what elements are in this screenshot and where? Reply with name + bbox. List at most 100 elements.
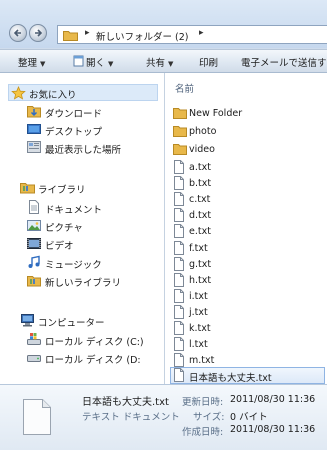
folder-name: photo — [189, 126, 217, 137]
computer-icon — [21, 314, 34, 327]
column-header-name[interactable]: 名前 — [175, 81, 194, 95]
dropdown-arrow-icon: ▼ — [40, 60, 46, 68]
dropdown-arrow-icon: ▼ — [168, 60, 174, 68]
nav-favorites-label: お気に入り — [29, 90, 77, 101]
open-button[interactable]: 開く ▼ — [73, 55, 114, 69]
file-name: i.txt — [189, 290, 208, 302]
open-label: 開く — [86, 58, 106, 69]
address-box[interactable]: ▸ 新しいフォルダー (2) ▸ — [57, 25, 327, 44]
details-created-label: 作成日時: — [182, 427, 224, 438]
file-name: f.txt — [189, 242, 208, 254]
libraries-icon — [20, 183, 35, 194]
downloads-folder-icon — [27, 106, 41, 118]
file-name: e.txt — [189, 226, 211, 238]
file-row[interactable]: e.txt — [170, 223, 325, 240]
breadcrumb-current-folder[interactable]: 新しいフォルダー (2) — [96, 29, 188, 43]
navigation-pane: お気に入り ダウンロード デスクトップ 最近表示した場所 ライブラリ ドキュメン… — [0, 73, 165, 384]
recent-places-icon — [27, 141, 41, 153]
text-file-icon — [174, 224, 184, 239]
forward-button[interactable] — [29, 24, 47, 42]
file-row[interactable]: f.txt — [170, 240, 325, 257]
email-label: 電子メールで送信す — [241, 58, 327, 69]
text-file-icon — [174, 321, 184, 335]
folder-icon — [63, 31, 78, 41]
folder-icon — [173, 144, 187, 155]
organize-label: 整理 — [18, 58, 38, 69]
file-row-selected[interactable]: 日本語も大丈夫.txt — [170, 367, 325, 384]
back-button[interactable] — [9, 24, 27, 42]
file-name: 日本語も大丈夫.txt — [189, 373, 272, 384]
text-file-icon — [174, 304, 184, 319]
file-list: 名前 New Folder photo video a.txt b.txt c.tx… — [165, 73, 327, 384]
file-row[interactable]: i.txt — [170, 288, 325, 305]
file-row[interactable]: a.txt — [170, 159, 325, 176]
star-icon — [11, 86, 26, 100]
share-button[interactable]: 共有 ▼ — [146, 55, 173, 69]
nav-desktop-label: デスクトップ — [45, 127, 103, 138]
breadcrumb-separator[interactable]: ▸ — [85, 28, 90, 38]
address-bar-area: ▸ 新しいフォルダー (2) ▸ — [0, 0, 327, 48]
nav-computer-label: コンピューター — [38, 318, 105, 329]
folder-row[interactable]: New Folder — [170, 105, 325, 122]
email-button[interactable]: 電子メールで送信す — [241, 55, 327, 69]
music-icon — [28, 255, 40, 268]
drive-icon — [27, 355, 41, 362]
desktop-icon — [27, 124, 41, 134]
file-name: h.txt — [189, 274, 212, 286]
text-file-icon — [174, 337, 184, 352]
file-name: l.txt — [189, 339, 208, 351]
nav-disk-c-label: ローカル ディスク (C:) — [45, 337, 144, 348]
details-pane: 日本語も大丈夫.txt テキスト ドキュメント 更新日時: 2011/08/30… — [0, 384, 327, 450]
videos-icon — [27, 238, 41, 249]
folder-name: video — [189, 144, 215, 155]
text-file-large-icon — [23, 399, 51, 435]
details-size-label: サイズ: — [193, 412, 225, 423]
text-file-icon — [174, 208, 184, 223]
file-row[interactable]: k.txt — [170, 320, 325, 337]
details-created-value: 2011/08/30 11:36 — [230, 424, 316, 435]
nav-disk-d-label: ローカル ディスク (D: — [45, 355, 141, 366]
text-file-icon — [174, 176, 184, 191]
file-row[interactable]: c.txt — [170, 191, 325, 208]
folder-icon — [173, 126, 187, 137]
pictures-icon — [27, 220, 41, 231]
breadcrumb-separator[interactable]: ▸ — [199, 28, 204, 38]
nav-recent-label: 最近表示した場所 — [45, 145, 122, 156]
nav-new-library-label: 新しいライブラリ — [45, 278, 122, 289]
text-file-icon — [174, 353, 184, 368]
file-name: k.txt — [189, 323, 211, 334]
text-file-icon — [174, 192, 184, 207]
print-button[interactable]: 印刷 — [199, 55, 218, 69]
folder-name: New Folder — [189, 108, 243, 119]
file-row[interactable]: b.txt — [170, 175, 325, 192]
folder-row[interactable]: photo — [170, 123, 325, 140]
notepad-icon — [73, 55, 84, 67]
file-name: m.txt — [189, 355, 215, 367]
arrow-left-icon — [13, 29, 21, 37]
nav-favorites[interactable]: お気に入り — [8, 84, 158, 101]
file-row[interactable]: g.txt — [170, 256, 325, 273]
command-bar: 整理 ▼ 開く ▼ 共有 ▼ 印刷 電子メールで送信す — [0, 49, 327, 73]
folder-row[interactable]: video — [170, 141, 325, 158]
organize-button[interactable]: 整理 ▼ — [18, 55, 45, 69]
nav-music-label: ミュージック — [45, 260, 102, 271]
file-row[interactable]: d.txt — [170, 207, 325, 224]
details-file-type: テキスト ドキュメント — [82, 412, 180, 423]
library-icon — [27, 276, 41, 287]
nav-videos-label: ビデオ — [45, 241, 74, 252]
text-file-icon — [174, 256, 184, 271]
text-file-icon — [174, 368, 184, 382]
file-name: a.txt — [189, 162, 211, 173]
dropdown-arrow-icon: ▼ — [108, 60, 114, 68]
text-file-icon — [174, 272, 184, 287]
file-row[interactable]: j.txt — [170, 304, 325, 321]
details-size-value: 0 バイト — [230, 412, 268, 423]
text-file-icon — [174, 288, 184, 303]
file-row[interactable]: h.txt — [170, 272, 325, 289]
documents-icon — [29, 200, 39, 214]
share-label: 共有 — [146, 58, 166, 69]
nav-downloads-label: ダウンロード — [45, 109, 103, 120]
file-row[interactable]: l.txt — [170, 336, 325, 353]
file-name: c.txt — [189, 194, 211, 206]
nav-libraries-label: ライブラリ — [38, 185, 86, 196]
